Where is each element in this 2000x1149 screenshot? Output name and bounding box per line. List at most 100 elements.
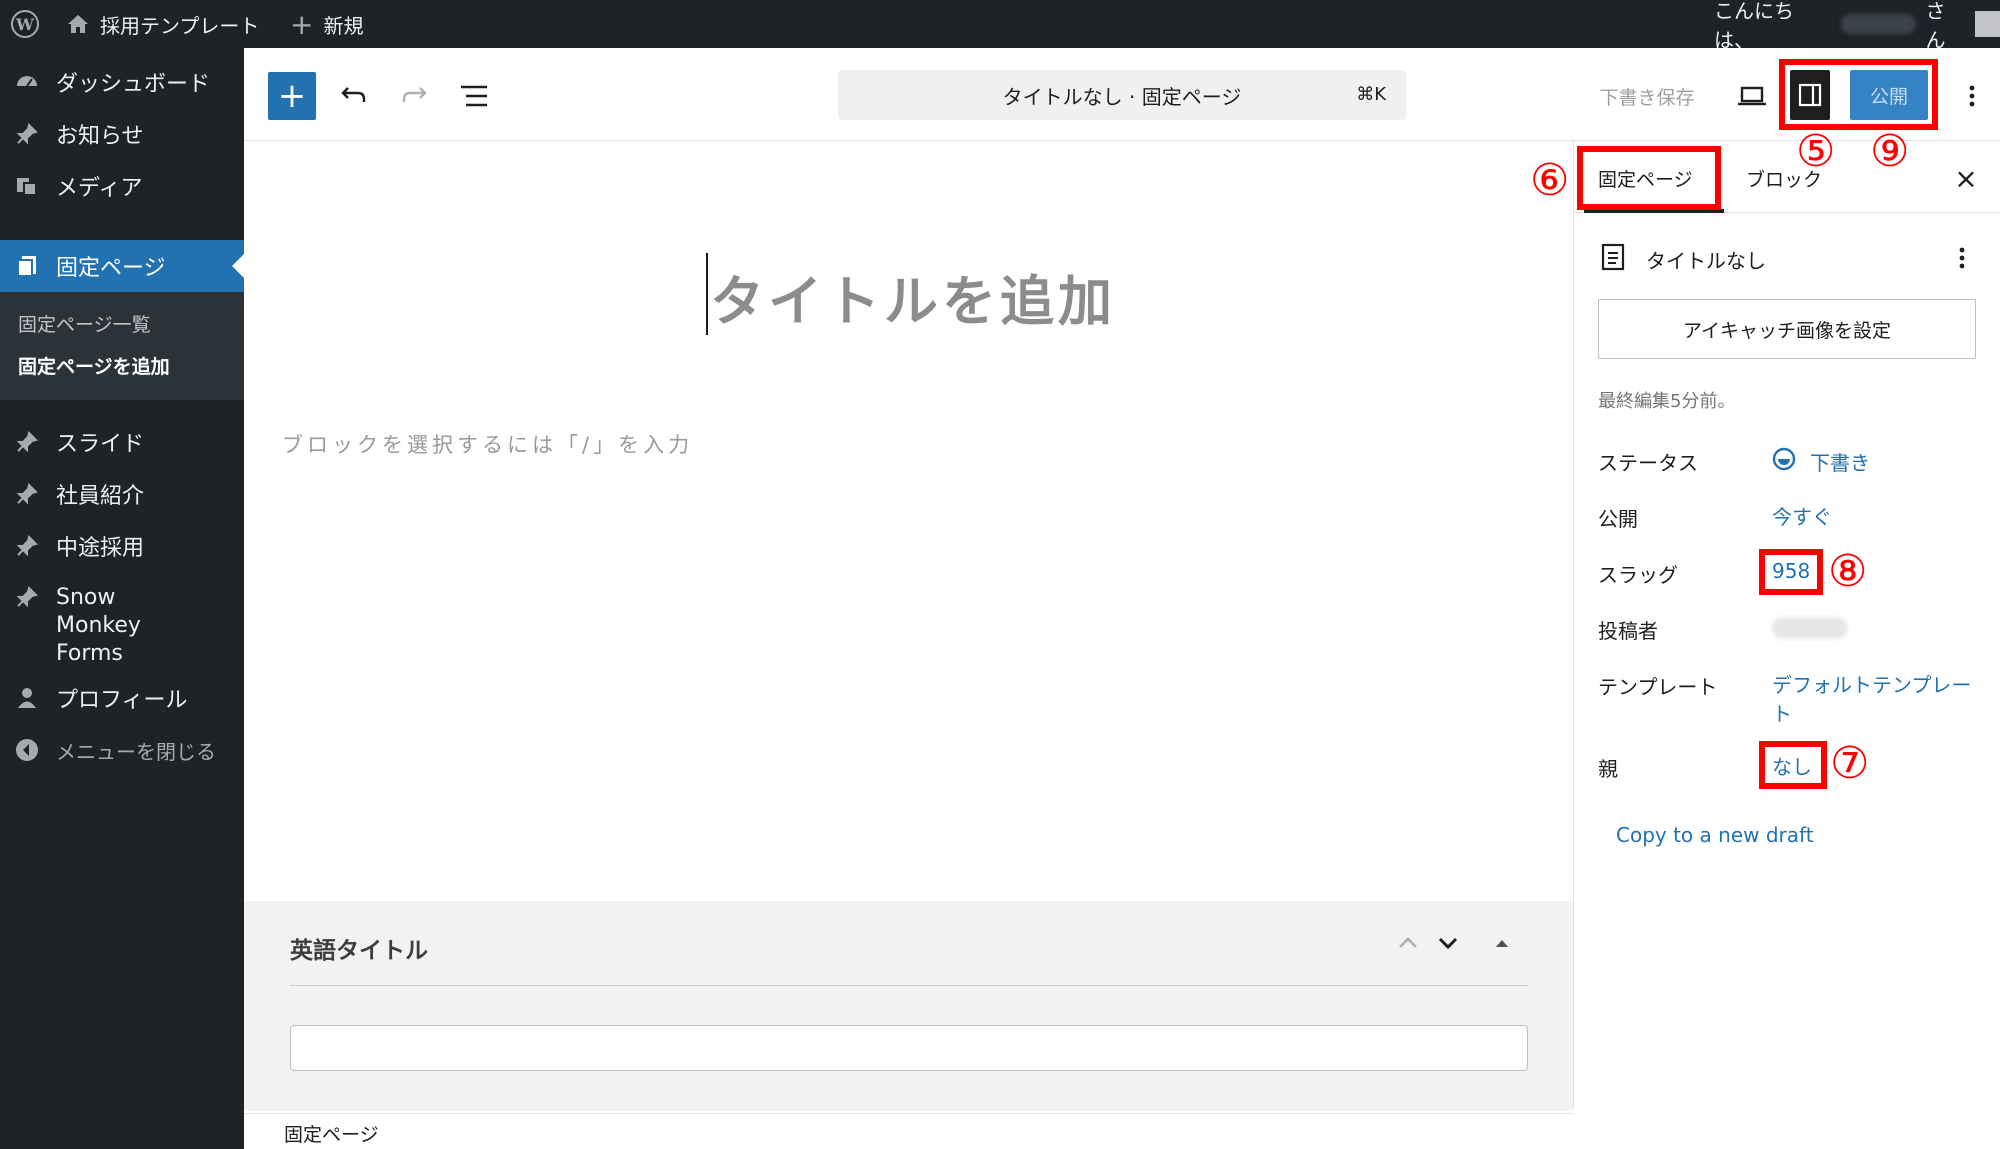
pin-icon xyxy=(14,429,40,455)
undo-icon xyxy=(341,87,366,102)
wordpress-logo-icon[interactable]: W xyxy=(10,0,40,48)
sidebar-item-label: Snow Monkey Forms xyxy=(56,585,141,666)
sidebar-item-slides[interactable]: スライド xyxy=(0,420,244,464)
my-account[interactable]: こんにちは、 さん xyxy=(1714,0,2000,52)
avatar xyxy=(1974,11,2000,37)
sidebar-item-news[interactable]: お知らせ xyxy=(0,112,244,156)
pages-icon xyxy=(14,253,40,279)
publish-label: 公開 xyxy=(1598,507,1638,531)
sidebar-item-label: 固定ページ xyxy=(56,256,166,281)
footer-breadcrumb[interactable]: 固定ページ xyxy=(284,1120,379,1147)
text-cursor xyxy=(706,253,708,335)
block-appender[interactable]: ブロックを選択するには「/」を入力 xyxy=(282,429,693,459)
site-name: 採用テンプレート xyxy=(100,13,260,38)
blurred-author[interactable] xyxy=(1772,617,1848,639)
publish-date-link[interactable]: 今すぐ xyxy=(1772,501,1832,530)
svg-text:W: W xyxy=(15,15,35,34)
status-value-link[interactable]: 下書き xyxy=(1810,447,1870,476)
document-overview-button[interactable] xyxy=(450,72,498,120)
document-title: タイトルなし · 固定ページ xyxy=(1002,84,1242,109)
new-label: 新規 xyxy=(323,13,364,38)
meta-box-english-title: 英語タイトル xyxy=(244,901,1573,1111)
annotation-number-9: ⑨ xyxy=(1870,126,1910,177)
sidebar-item-pages[interactable]: 固定ページ xyxy=(0,240,244,292)
sidebar-item-label: 中途採用 xyxy=(56,536,145,561)
undo-button[interactable] xyxy=(330,72,378,120)
annotation-box-page-tab xyxy=(1577,146,1721,210)
template-value-link[interactable]: デフォルトテンプレート xyxy=(1772,671,1972,729)
toggle-panel-button[interactable] xyxy=(1482,923,1522,963)
pin-icon xyxy=(14,121,40,147)
annotation-box-slug xyxy=(1759,549,1823,595)
sidebar-item-profile[interactable]: プロフィール xyxy=(0,676,244,720)
current-menu-arrow xyxy=(232,254,244,278)
media-icon xyxy=(14,173,40,199)
submenu-all-pages[interactable]: 固定ページ一覧 xyxy=(18,310,151,337)
dashboard-icon xyxy=(14,69,40,95)
options-menu-button[interactable] xyxy=(1952,72,1992,120)
author-label: 投稿者 xyxy=(1598,619,1658,643)
meta-box-title: 英語タイトル xyxy=(290,938,428,964)
more-vertical-icon xyxy=(1959,247,1965,269)
pages-submenu: 固定ページ一覧 固定ページを追加 xyxy=(0,292,244,400)
last-edited-text: 最終編集5分前。 xyxy=(1598,391,1736,412)
editor-header: + タイトルなし · 固定ページ ⌘K 下書き保存 公開 xyxy=(244,48,2000,141)
sidebar-item-media[interactable]: メディア xyxy=(0,164,244,208)
slug-label: スラッグ xyxy=(1598,563,1678,587)
sidebar-item-dashboard[interactable]: ダッシュボード xyxy=(0,60,244,104)
settings-sidebar: 固定ページ ブロック × タイトルなし アイキャッチ画像を設定 最終編集5分前。… xyxy=(1573,141,2000,1109)
sidebar-item-label: お知らせ xyxy=(56,124,144,149)
close-icon[interactable]: × xyxy=(1948,161,1984,197)
chevron-down-icon xyxy=(1438,937,1458,950)
post-actions-button[interactable] xyxy=(1950,241,1974,275)
status-label: ステータス xyxy=(1598,451,1698,475)
sidebar-item-label: ダッシュボード xyxy=(56,72,211,97)
plus-icon: + xyxy=(277,76,307,116)
plus-icon: + xyxy=(290,7,314,41)
sidebar-item-label: スライド xyxy=(56,432,145,457)
chevron-up-icon xyxy=(1399,937,1417,948)
title-input[interactable]: タイトルを追加 xyxy=(710,257,1116,336)
admin-sidebar: ダッシュボード お知らせ メディア 固定ページ 固定ページ一覧 固定ページを追加… xyxy=(0,48,244,1149)
command-palette-title[interactable]: タイトルなし · 固定ページ ⌘K xyxy=(838,70,1406,120)
annotation-number-8: ⑧ xyxy=(1828,546,1868,597)
pin-icon xyxy=(14,481,40,507)
draft-status-icon xyxy=(1772,447,1796,471)
admin-bar: W 採用テンプレート + 新規 こんにちは、 さん xyxy=(0,0,2000,52)
pin-icon xyxy=(14,584,40,610)
redo-button[interactable] xyxy=(390,72,438,120)
sidebar-item-label: 社員紹介 xyxy=(56,484,145,509)
sidebar-item-snow-monkey-forms[interactable]: Snow Monkey Forms xyxy=(0,576,244,666)
site-name-link[interactable]: 採用テンプレート xyxy=(66,0,259,48)
copy-to-new-draft-link[interactable]: Copy to a new draft xyxy=(1616,823,1814,847)
collapse-arrow-icon xyxy=(14,737,40,763)
move-up-button[interactable] xyxy=(1388,923,1428,963)
submenu-add-page[interactable]: 固定ページを追加 xyxy=(18,352,170,379)
collapse-menu-button[interactable]: メニューを閉じる xyxy=(0,728,244,772)
annotation-box-header-buttons xyxy=(1779,59,1938,130)
template-label: テンプレート xyxy=(1598,675,1718,699)
blurred-username xyxy=(1841,14,1916,34)
set-featured-image-button[interactable]: アイキャッチ画像を設定 xyxy=(1598,299,1976,359)
annotation-number-6: ⑥ xyxy=(1530,155,1570,206)
pin-icon xyxy=(14,533,40,559)
editor-footer: 固定ページ xyxy=(244,1113,1573,1149)
desktop-preview-icon xyxy=(1738,86,1766,106)
english-title-input[interactable] xyxy=(290,1025,1528,1071)
page-document-icon xyxy=(1600,243,1628,273)
list-view-icon xyxy=(461,85,487,107)
block-inserter-button[interactable]: + xyxy=(268,72,316,120)
preview-button[interactable] xyxy=(1728,72,1776,120)
sidebar-item-midcareer[interactable]: 中途採用 xyxy=(0,524,244,568)
annotation-number-7: ⑦ xyxy=(1830,738,1870,789)
annotation-number-5: ⑤ xyxy=(1796,126,1836,177)
new-content-link[interactable]: + 新規 xyxy=(290,0,363,48)
greeting-text: こんにちは、 xyxy=(1714,0,1794,52)
redo-icon xyxy=(402,87,427,102)
parent-label: 親 xyxy=(1598,757,1618,781)
move-down-button[interactable] xyxy=(1428,923,1468,963)
save-draft-button[interactable]: 下書き保存 xyxy=(1592,74,1702,118)
sidebar-item-staff[interactable]: 社員紹介 xyxy=(0,472,244,516)
sidebar-item-label: メディア xyxy=(56,176,143,201)
sidebar-item-label: プロフィール xyxy=(56,688,188,713)
